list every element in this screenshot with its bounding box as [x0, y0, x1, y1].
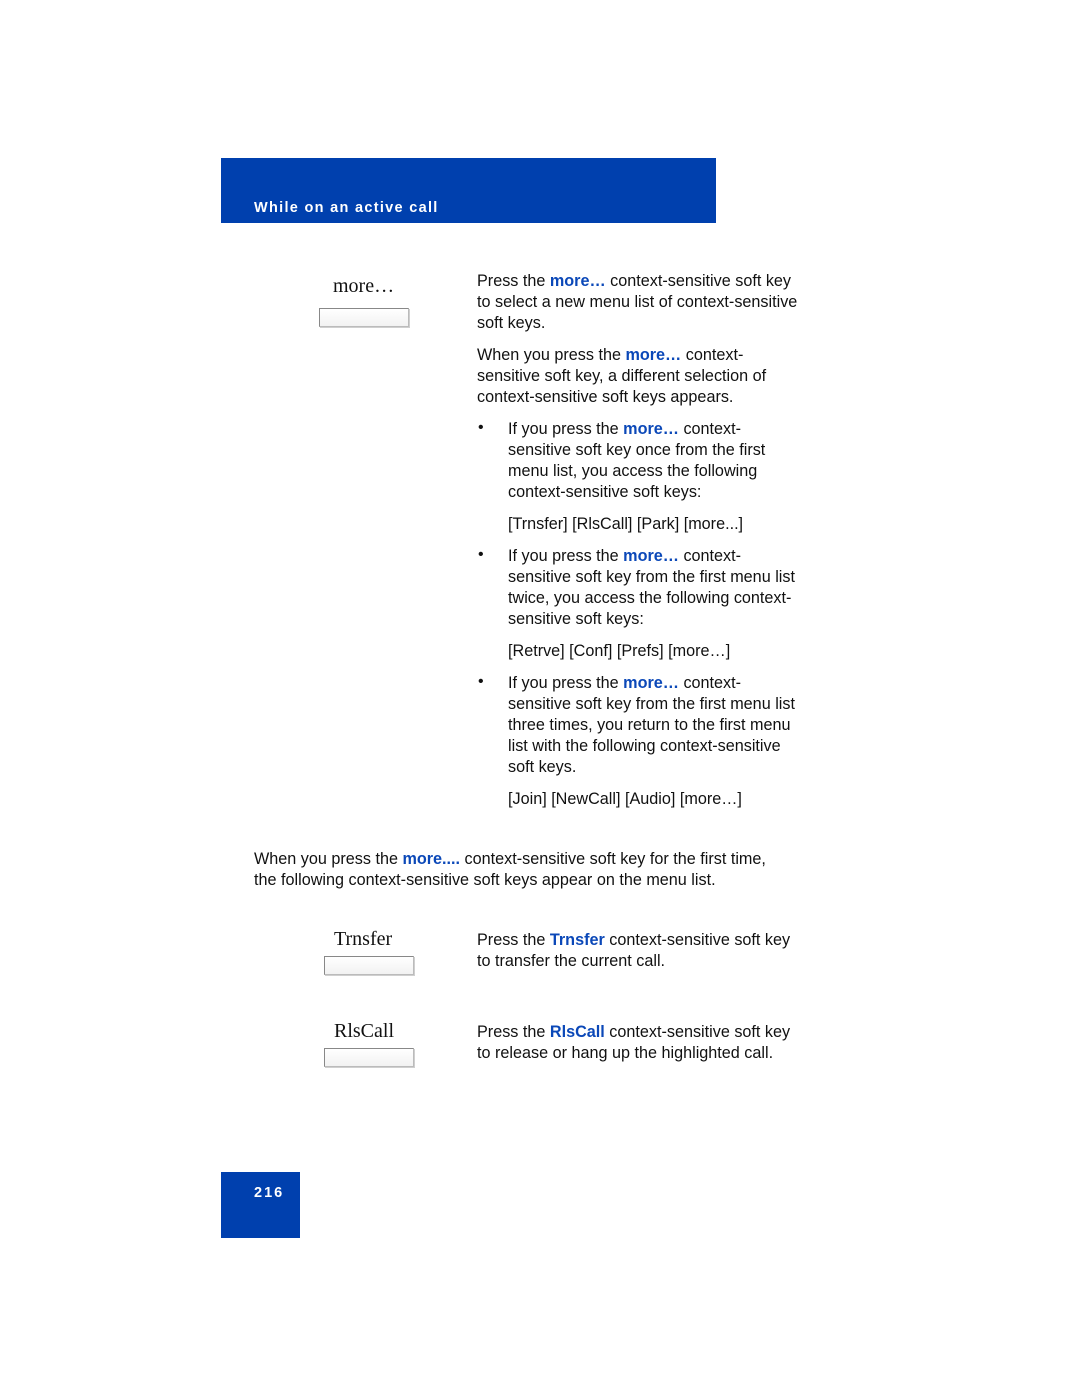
text: sensitive soft key once from the first [508, 441, 766, 459]
bullet-item-twice: If you press the more… context- sensitiv… [508, 546, 795, 630]
more-description: Press the more… context-sensitive soft k… [477, 271, 797, 334]
bullet-icon: • [478, 419, 484, 436]
text: context-sensitive soft key [604, 1023, 791, 1041]
section-header-title: While on an active call [254, 200, 439, 216]
softkey-list-twice: [Retrve] [Conf] [Prefs] [more…] [508, 642, 731, 660]
text: to select a new menu list of context-sen… [477, 293, 798, 311]
more-highlight: more… [623, 674, 679, 692]
text: sensitive soft key, a different selectio… [477, 367, 767, 385]
text: context- [681, 346, 744, 364]
first-time-intro: When you press the more.... context-sens… [254, 849, 766, 891]
more-key-label: more… [333, 275, 395, 297]
more-softkey-icon [319, 308, 409, 327]
softkey-list-once: [Trnsfer] [RlsCall] [Park] [more...] [508, 515, 744, 533]
page-number: 216 [254, 1185, 285, 1201]
more-highlight: more… [623, 547, 679, 565]
text: context-sensitive soft keys appears. [477, 388, 734, 406]
text: If you press the [508, 420, 624, 438]
text: If you press the [508, 547, 624, 565]
text: to transfer the current call. [477, 952, 666, 970]
text: If you press the [508, 674, 624, 692]
more-highlight: more… [549, 272, 606, 290]
trnsfer-description: Press the Trnsfer context-sensitive soft… [477, 930, 790, 972]
page-number-box: 216 [221, 1172, 300, 1238]
text: sensitive soft keys: [508, 610, 644, 628]
text: to release or hang up the highlighted ca… [477, 1044, 774, 1062]
text: context- [678, 547, 742, 565]
trnsfer-softkey-icon [324, 956, 414, 975]
text: Press the [477, 931, 550, 949]
bullet-item-three-times: If you press the more… context- sensitiv… [508, 673, 795, 778]
rlscall-softkey-icon [324, 1048, 414, 1067]
more-behavior-description: When you press the more… context- sensit… [477, 345, 766, 408]
text: Press the [477, 1023, 550, 1041]
bullet-icon: • [478, 673, 484, 690]
text: soft keys. [508, 758, 577, 776]
bullet-icon: • [478, 546, 484, 563]
text: three times, you return to the first men… [508, 716, 791, 734]
text: sensitive soft key from the first menu l… [508, 695, 795, 713]
softkey-list-three-times: [Join] [NewCall] [Audio] [more…] [508, 790, 742, 808]
text: Press the [477, 272, 550, 290]
trnsfer-highlight: Trnsfer [549, 931, 605, 949]
trnsfer-key-label: Trnsfer [334, 928, 393, 950]
text: context-sensitive soft key [604, 931, 791, 949]
text: soft keys. [477, 314, 546, 332]
text: context- [678, 674, 742, 692]
rlscall-highlight: RlsCall [549, 1023, 605, 1041]
rlscall-key-label: RlsCall [334, 1020, 395, 1042]
rlscall-description: Press the RlsCall context-sensitive soft… [477, 1022, 790, 1064]
text: the following context-sensitive soft key… [254, 871, 716, 889]
text: context-sensitive soft key for the first… [460, 850, 766, 868]
text: sensitive soft key from the first menu l… [508, 568, 795, 586]
more-highlight: more.... [402, 850, 461, 868]
text: context-sensitive soft key [605, 272, 792, 290]
text: When you press the [254, 850, 403, 868]
text: When you press the [477, 346, 626, 364]
text: twice, you access the following context- [508, 589, 792, 607]
more-highlight: more… [625, 346, 682, 364]
text: list with the following context-sensitiv… [508, 737, 781, 755]
section-header-band: While on an active call [221, 158, 716, 223]
text: context-sensitive soft keys: [508, 483, 702, 501]
text: context- [678, 420, 742, 438]
text: menu list, you access the following [508, 462, 758, 480]
more-highlight: more… [623, 420, 679, 438]
bullet-item-once: If you press the more… context- sensitiv… [508, 419, 765, 503]
